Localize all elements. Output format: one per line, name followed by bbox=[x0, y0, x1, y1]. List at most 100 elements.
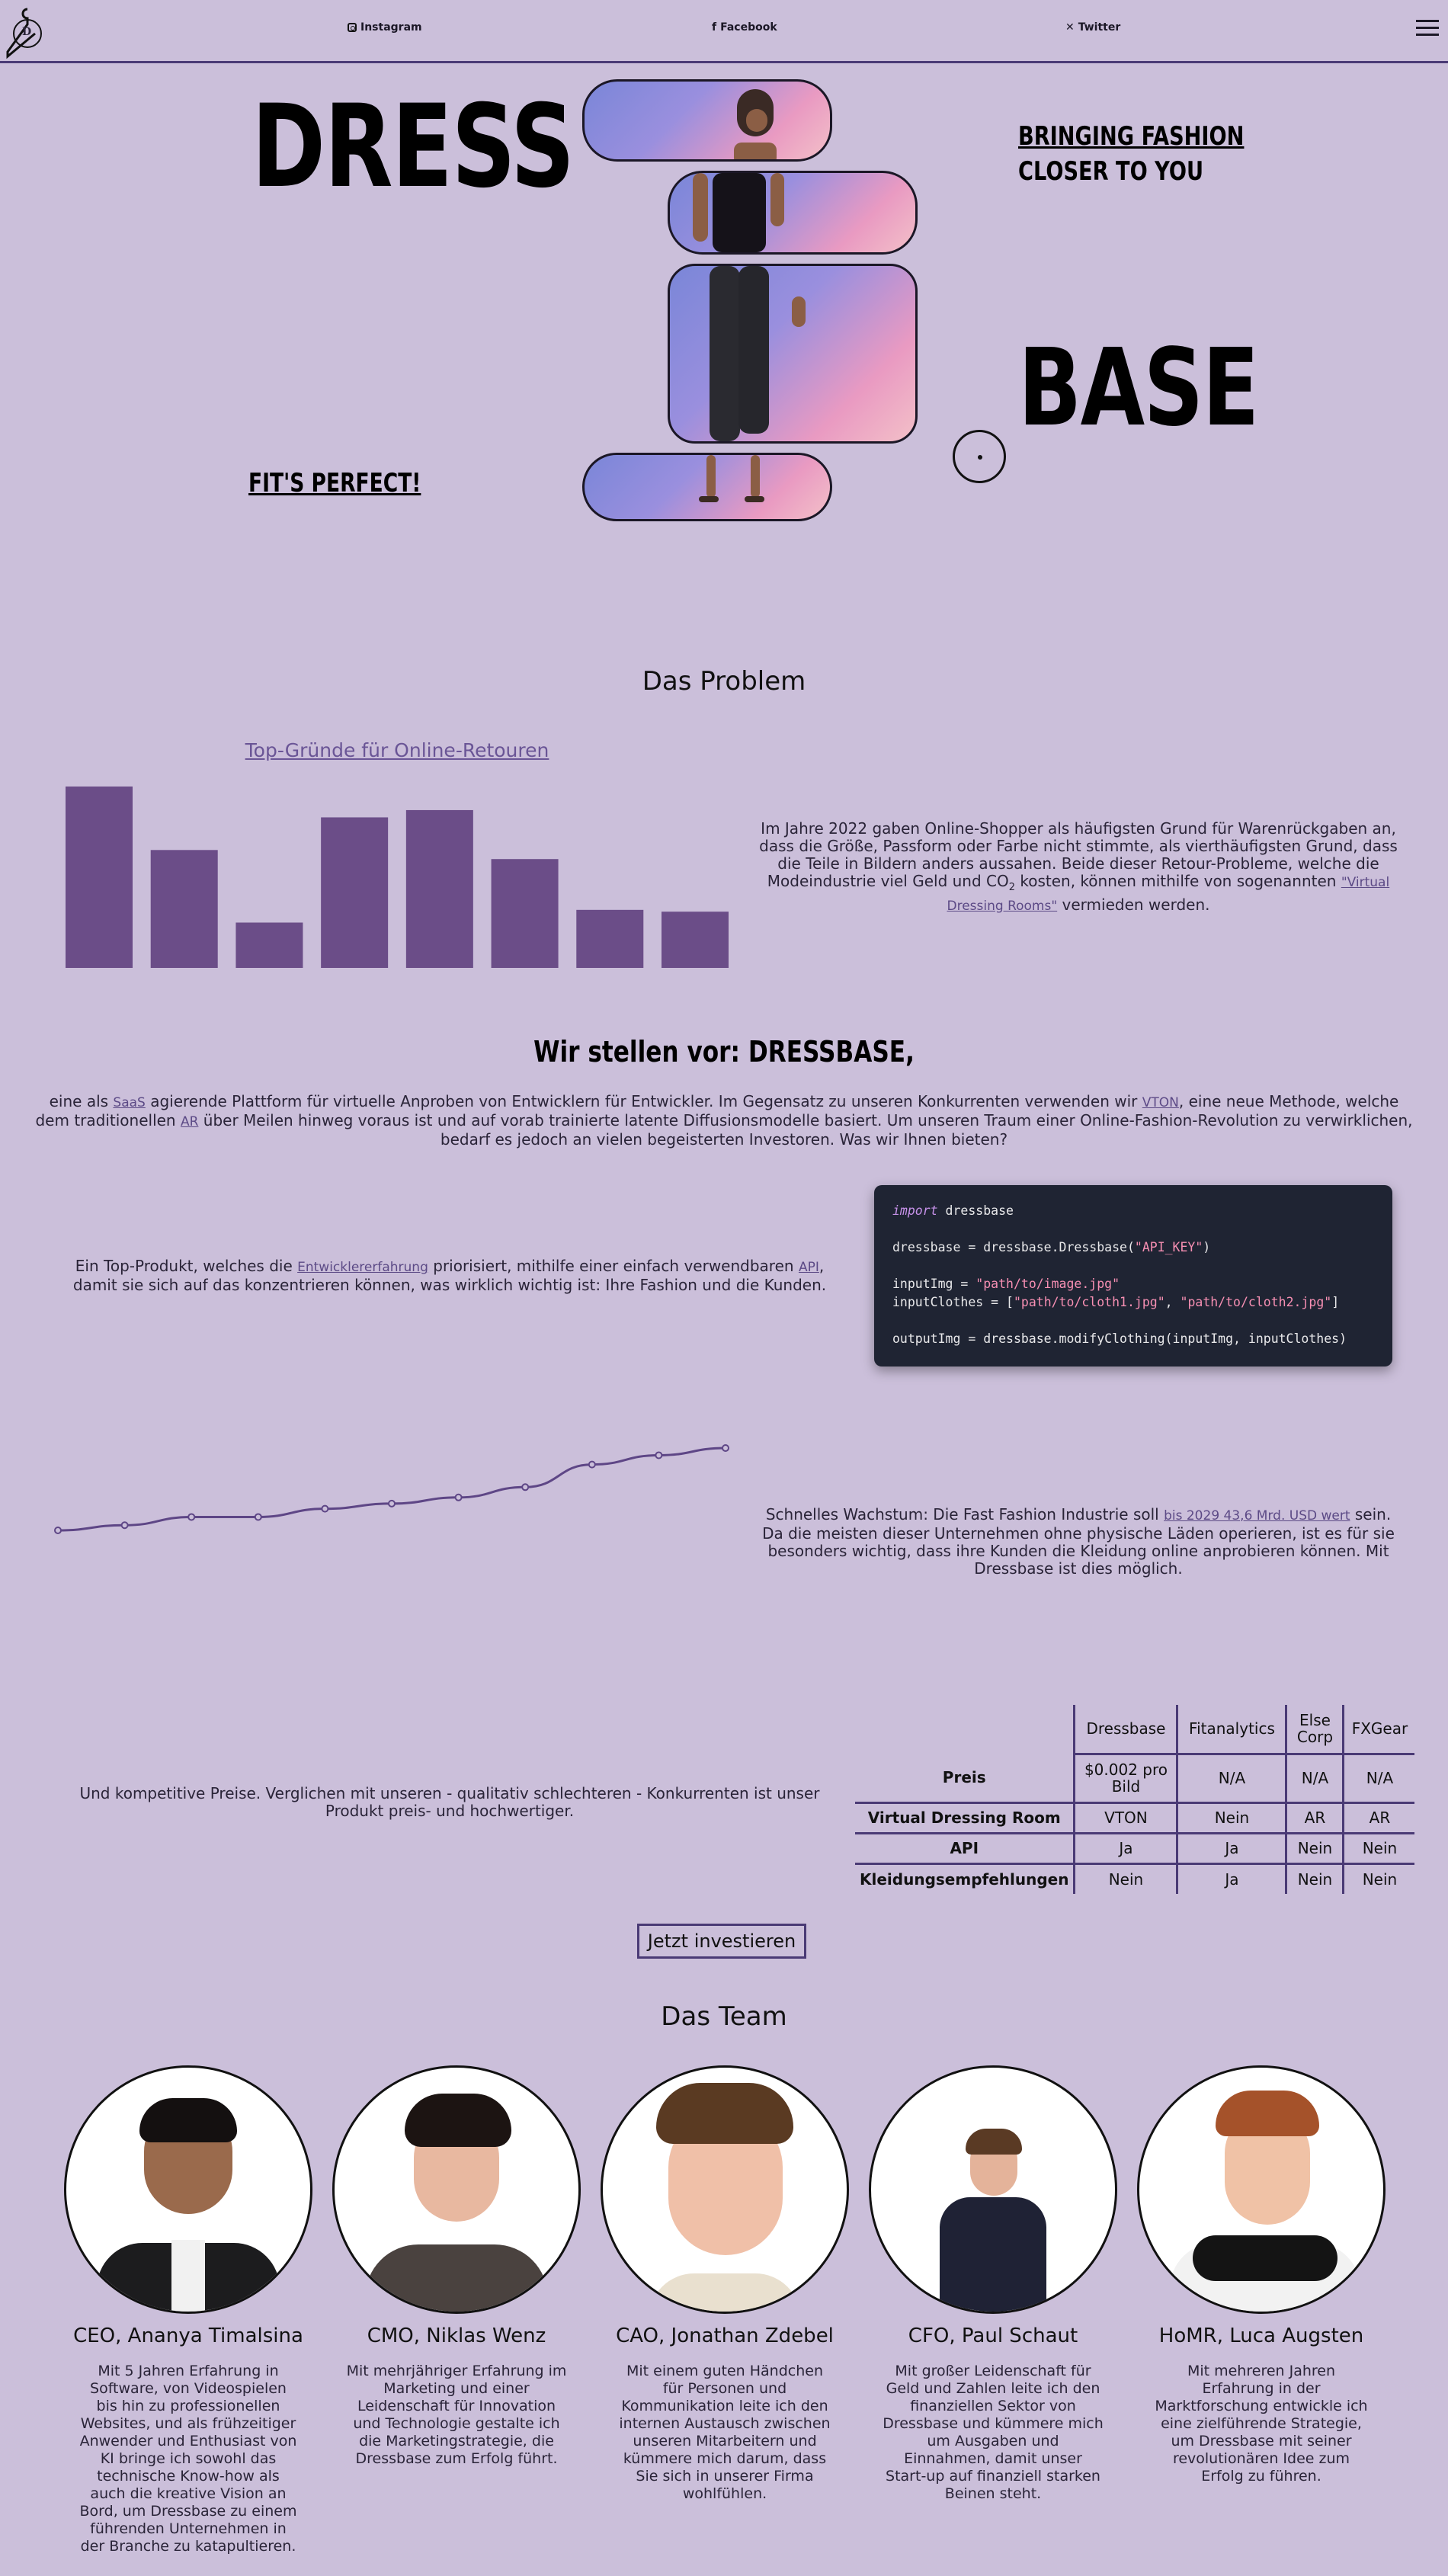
hero-image-feet bbox=[582, 453, 832, 521]
chart-title[interactable]: Top-Gründe für Online-Retouren bbox=[66, 739, 729, 761]
facebook-icon: f bbox=[712, 21, 717, 34]
hero-tagline: BRINGING FASHION CLOSER TO YOU bbox=[1018, 119, 1244, 189]
hamburger-menu-icon[interactable] bbox=[1416, 15, 1439, 40]
bar bbox=[491, 859, 559, 968]
product-text: Ein Top-Produkt, welches die Entwicklere… bbox=[72, 1257, 827, 1294]
member-name: CAO, Jonathan Zdebel bbox=[616, 2324, 834, 2347]
team-member: CAO, Jonathan Zdebel Mit einem guten Hän… bbox=[599, 2065, 851, 2502]
member-description: Mit 5 Jahren Erfahrung in Software, von … bbox=[79, 2363, 297, 2555]
growth-text: Schnelles Wachstum: Die Fast Fashion Ind… bbox=[762, 1505, 1395, 1578]
col-header: Fitanalytics bbox=[1177, 1705, 1288, 1755]
table-cell: AR bbox=[1286, 1802, 1345, 1833]
data-point bbox=[722, 1444, 729, 1452]
code-sample: import dressbase dressbase = dressbase.D… bbox=[874, 1185, 1392, 1366]
hero-image-head bbox=[582, 79, 832, 162]
table-cell: Nein bbox=[1286, 1833, 1345, 1863]
member-description: Mit großer Leidenschaft für Geld und Zah… bbox=[883, 2363, 1104, 2502]
row-label: Preis bbox=[855, 1754, 1076, 1802]
market-value-link[interactable]: bis 2029 43,6 Mrd. USD wert bbox=[1164, 1508, 1350, 1523]
hero-image-legs bbox=[668, 264, 918, 444]
table-cell: $0.002 pro Bild bbox=[1074, 1754, 1179, 1802]
instagram-label: Instagram bbox=[360, 21, 422, 34]
invest-button[interactable]: Jetzt investieren bbox=[637, 1924, 806, 1959]
member-description: Mit mehreren Jahren Erfahrung in der Mar… bbox=[1155, 2363, 1368, 2485]
team-heading: Das Team bbox=[661, 2001, 787, 2032]
member-name: HoMR, Luca Augsten bbox=[1158, 2324, 1364, 2347]
twitter-link[interactable]: ✕ Twitter bbox=[1065, 21, 1120, 34]
intro-text: eine als SaaS agierende Plattform für vi… bbox=[35, 1092, 1413, 1149]
member-description: Mit einem guten Händchen für Personen un… bbox=[619, 2363, 831, 2502]
tagline-line-2: CLOSER TO YOU bbox=[1018, 156, 1204, 187]
row-label: API bbox=[855, 1833, 1076, 1863]
bar bbox=[405, 809, 473, 968]
returns-bar-chart bbox=[66, 787, 729, 968]
top-navigation-bar: D Instagram f Facebook ✕ Twitter bbox=[0, 0, 1448, 63]
growth-line-chart bbox=[54, 1444, 729, 1534]
intro-heading: Wir stellen vor: DRESSBASE, bbox=[533, 1035, 915, 1069]
member-name: CMO, Niklas Wenz bbox=[367, 2324, 546, 2347]
table-cell: Nein bbox=[1362, 1870, 1398, 1889]
developer-experience-link[interactable]: Entwicklererfahrung bbox=[297, 1260, 428, 1275]
col-header: FXGear bbox=[1343, 1705, 1415, 1755]
instagram-link[interactable]: Instagram bbox=[348, 21, 422, 34]
data-point bbox=[120, 1521, 129, 1530]
x-twitter-icon: ✕ bbox=[1065, 21, 1075, 34]
col-header: Dressbase bbox=[1074, 1705, 1179, 1755]
logo[interactable]: D bbox=[5, 3, 47, 59]
table-cell: Nein bbox=[1074, 1863, 1179, 1894]
avatar bbox=[332, 2065, 581, 2314]
member-name: CEO, Ananya Timalsina bbox=[73, 2324, 303, 2347]
table-cell: Ja bbox=[1074, 1833, 1179, 1863]
facebook-label: Facebook bbox=[720, 21, 777, 34]
ar-link[interactable]: AR bbox=[181, 1114, 198, 1129]
facebook-link[interactable]: f Facebook bbox=[712, 21, 777, 34]
data-point bbox=[321, 1504, 329, 1513]
saas-link[interactable]: SaaS bbox=[113, 1095, 145, 1110]
team-member: CMO, Niklas Wenz Mit mehrjähriger Erfahr… bbox=[331, 2065, 582, 2467]
bar bbox=[150, 850, 218, 968]
team-member: HoMR, Luca Augsten Mit mehreren Jahren E… bbox=[1136, 2065, 1387, 2485]
series-line bbox=[57, 1447, 726, 1532]
instagram-icon bbox=[348, 23, 357, 32]
table-cell: N/A bbox=[1286, 1754, 1345, 1802]
vton-link[interactable]: VTON bbox=[1142, 1095, 1179, 1110]
table-cell: N/A bbox=[1177, 1754, 1288, 1802]
row-label: Kleidungsempfehlungen bbox=[855, 1863, 1076, 1894]
bar bbox=[321, 817, 389, 968]
api-link[interactable]: API bbox=[799, 1260, 819, 1275]
bar bbox=[576, 909, 644, 968]
table-cell: Nein bbox=[1362, 1839, 1398, 1857]
member-description: Mit mehrjähriger Erfahrung im Marketing … bbox=[346, 2363, 567, 2467]
avatar bbox=[601, 2065, 849, 2314]
logo-letter: D bbox=[22, 26, 32, 38]
hero-word-base: BASE bbox=[1018, 326, 1259, 450]
problem-text: Im Jahre 2022 gaben Online-Shopper als h… bbox=[759, 819, 1398, 915]
bar bbox=[235, 922, 303, 968]
avatar bbox=[1137, 2065, 1386, 2314]
bar bbox=[66, 787, 133, 968]
data-point bbox=[388, 1499, 396, 1507]
team-member: CFO, Paul Schaut Mit großer Leidenschaft… bbox=[867, 2065, 1119, 2502]
data-point bbox=[187, 1513, 196, 1521]
data-point bbox=[254, 1513, 262, 1521]
row-label: Virtual Dressing Room bbox=[855, 1802, 1076, 1833]
table-cell: VTON bbox=[1074, 1802, 1179, 1833]
data-point bbox=[655, 1451, 663, 1459]
pricing-text: Und kompetitive Preise. Verglichen mit u… bbox=[79, 1784, 820, 1820]
data-point bbox=[521, 1483, 530, 1491]
hero-image-torso bbox=[668, 171, 918, 255]
bar bbox=[662, 912, 729, 968]
member-name: CFO, Paul Schaut bbox=[908, 2324, 1078, 2347]
comparison-table: Dressbase Fitanalytics Else Corp FXGear … bbox=[855, 1705, 1415, 1894]
twitter-label: Twitter bbox=[1078, 21, 1121, 34]
table-cell: Nein bbox=[1286, 1863, 1345, 1894]
table-cell: Ja bbox=[1177, 1833, 1288, 1863]
tagline-line-1: BRINGING FASHION bbox=[1018, 121, 1245, 152]
avatar bbox=[869, 2065, 1117, 2314]
problem-heading: Das Problem bbox=[642, 666, 806, 697]
data-point bbox=[454, 1493, 463, 1501]
table-cell: N/A bbox=[1366, 1769, 1394, 1787]
avatar bbox=[64, 2065, 312, 2314]
scroll-indicator-icon[interactable] bbox=[953, 430, 1006, 483]
table-cell: AR bbox=[1369, 1809, 1391, 1827]
